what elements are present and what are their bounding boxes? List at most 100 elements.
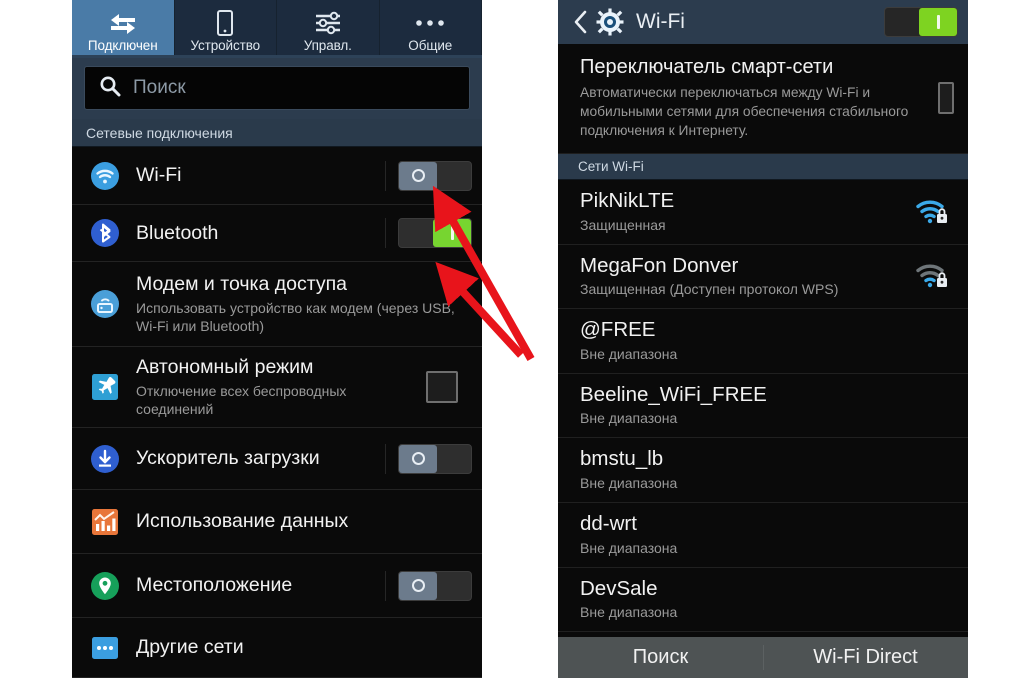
list-item-network[interactable]: DevSale Вне диапазона — [558, 567, 968, 633]
list-item-network[interactable]: dd-wrt Вне диапазона — [558, 503, 968, 568]
list-item-tethering[interactable]: Модем и точка доступа Использовать устро… — [72, 262, 482, 347]
list-item-tethering-text: Модем и точка доступа Использовать устро… — [124, 264, 472, 343]
network-name: @FREE — [580, 318, 656, 342]
bluetooth-toggle[interactable] — [398, 218, 472, 248]
wifi-direct-button[interactable]: Wi-Fi Direct — [763, 637, 968, 678]
download-booster-icon — [86, 444, 124, 474]
smart-network-switch-sub: Автоматически переключаться между Wi-Fi … — [580, 85, 909, 139]
network-text: @FREE Вне диапазона — [580, 318, 914, 362]
list-item-wifi-title: Wi-Fi — [136, 164, 182, 187]
tab-bar-base-line — [72, 55, 482, 58]
smart-network-switch-checkbox[interactable] — [937, 81, 954, 114]
tab-device[interactable]: Устройство — [175, 0, 277, 58]
section-header-wifi-networks: Сети Wi-Fi — [558, 154, 968, 181]
network-state: Вне диапазона — [580, 475, 678, 492]
list-item-airplane-mode[interactable]: Автономный режим Отключение всех беспров… — [72, 347, 482, 428]
section-header-network-connections: Сетевые подключения — [72, 119, 482, 147]
network-text: PikNikLTE Защищенная — [580, 189, 914, 233]
location-pin-icon — [86, 571, 124, 601]
network-text: bmstu_lb Вне диапазона — [580, 447, 914, 491]
list-item-wifi[interactable]: Wi-Fi — [72, 147, 482, 205]
other-networks-icon — [86, 633, 124, 663]
list-item-location[interactable]: Местоположение — [72, 554, 482, 618]
more-dots-icon — [414, 10, 446, 36]
network-name: PikNikLTE — [580, 189, 675, 213]
download-booster-toggle[interactable] — [398, 443, 472, 474]
wifi-master-toggle-knob — [919, 8, 957, 36]
list-item-airplane-mode-text: Автономный режим Отключение всех беспров… — [124, 347, 418, 426]
list-item-network[interactable]: bmstu_lb Вне диапазона — [558, 438, 968, 504]
wifi-master-toggle[interactable] — [884, 7, 958, 37]
network-state: Защищенная — [580, 216, 666, 233]
list-item-airplane-mode-control — [418, 371, 472, 403]
screenshot-stage: Подключен Устройство Управл. Общие Поиск… — [0, 0, 1036, 678]
location-toggle-knob — [399, 571, 437, 600]
list-item-network[interactable]: Beeline_WiFi_FREE Вне диапазона — [558, 373, 968, 439]
list-item-bluetooth-text: Bluetooth — [124, 213, 377, 253]
list-item-other-networks-text: Другие сети — [124, 627, 472, 667]
network-name: Beeline_WiFi_FREE — [580, 382, 767, 406]
control-divider — [385, 443, 386, 474]
list-item-tethering-sub: Использовать устройство как модем (через… — [136, 299, 455, 335]
control-divider — [385, 570, 386, 601]
list-item-bluetooth-title: Bluetooth — [136, 221, 219, 244]
location-toggle[interactable] — [398, 570, 472, 601]
data-usage-icon — [86, 507, 124, 537]
network-text: DevSale Вне диапазона — [580, 577, 914, 621]
search-placeholder: Поиск — [133, 77, 186, 98]
wifi-toggle[interactable] — [398, 160, 472, 191]
network-name: DevSale — [580, 576, 658, 600]
power-off-glyph-icon — [411, 579, 425, 592]
list-item-network[interactable]: @FREE Вне диапазона — [558, 309, 968, 374]
network-name: MegaFon Donver — [580, 253, 739, 277]
list-item-network[interactable]: MegaFon Donver Защищенная (Доступен прот… — [558, 244, 968, 310]
list-item-download-booster-text: Ускоритель загрузки — [124, 438, 377, 478]
list-item-airplane-mode-sub: Отключение всех беспроводных соединений — [136, 382, 347, 418]
list-item-download-booster-title: Ускоритель загрузки — [136, 447, 320, 470]
network-text: MegaFon Donver Защищенная (Доступен прот… — [580, 254, 914, 298]
list-item-data-usage-text: Использование данных — [124, 501, 472, 541]
list-item-network[interactable]: PikNikLTE Защищенная — [558, 180, 968, 245]
connections-arrows-icon — [109, 10, 137, 36]
network-state: Вне диапазона — [580, 604, 678, 621]
tab-general[interactable]: Общие — [380, 0, 482, 58]
airplane-icon — [86, 372, 124, 402]
settings-tab-bar: Подключен Устройство Управл. Общие — [72, 0, 482, 58]
back-chevron-icon[interactable] — [570, 9, 592, 35]
bluetooth-icon — [86, 218, 124, 248]
wifi-signal-secured-icon — [914, 197, 950, 225]
network-state: Вне диапазона — [580, 539, 678, 556]
settings-connections-panel: Подключен Устройство Управл. Общие Поиск… — [72, 0, 482, 678]
scan-button[interactable]: Поиск — [558, 637, 763, 678]
power-on-glyph-icon — [450, 226, 454, 240]
network-name: bmstu_lb — [580, 447, 664, 471]
wifi-toggle-knob — [399, 161, 437, 190]
tab-connections[interactable]: Подключен — [72, 0, 175, 58]
list-item-bluetooth[interactable]: Bluetooth — [72, 205, 482, 262]
wifi-header: Wi-Fi — [558, 0, 968, 44]
phone-icon — [216, 10, 234, 36]
section-header-wifi-networks-label: Сети Wi-Fi — [578, 159, 644, 175]
list-item-bluetooth-control — [377, 218, 472, 248]
search-icon — [99, 75, 121, 102]
airplane-mode-checkbox[interactable] — [426, 371, 458, 403]
search-container: Поиск — [72, 58, 482, 119]
list-item-other-networks[interactable]: Другие сети — [72, 618, 482, 678]
power-off-glyph-icon — [411, 452, 425, 465]
list-item-location-control — [377, 570, 472, 601]
sliders-icon — [313, 10, 343, 36]
tab-device-label: Устройство — [190, 38, 261, 53]
smart-network-switch-row[interactable]: Переключатель смарт-сети Автоматически п… — [558, 44, 968, 155]
wifi-signal-weak-secured-icon — [914, 261, 950, 289]
search-input[interactable]: Поиск — [84, 66, 470, 110]
tab-controls[interactable]: Управл. — [277, 0, 380, 58]
list-item-wifi-text: Wi-Fi — [124, 155, 377, 195]
wifi-header-title: Wi-Fi — [636, 10, 685, 33]
list-item-data-usage[interactable]: Использование данных — [72, 490, 482, 554]
list-item-download-booster[interactable]: Ускоритель загрузки — [72, 428, 482, 490]
list-item-data-usage-title: Использование данных — [136, 510, 349, 533]
list-item-wifi-control — [377, 160, 472, 191]
section-header-label: Сетевые подключения — [86, 124, 233, 141]
tab-controls-label: Управл. — [303, 38, 352, 53]
network-text: Beeline_WiFi_FREE Вне диапазона — [580, 383, 914, 427]
